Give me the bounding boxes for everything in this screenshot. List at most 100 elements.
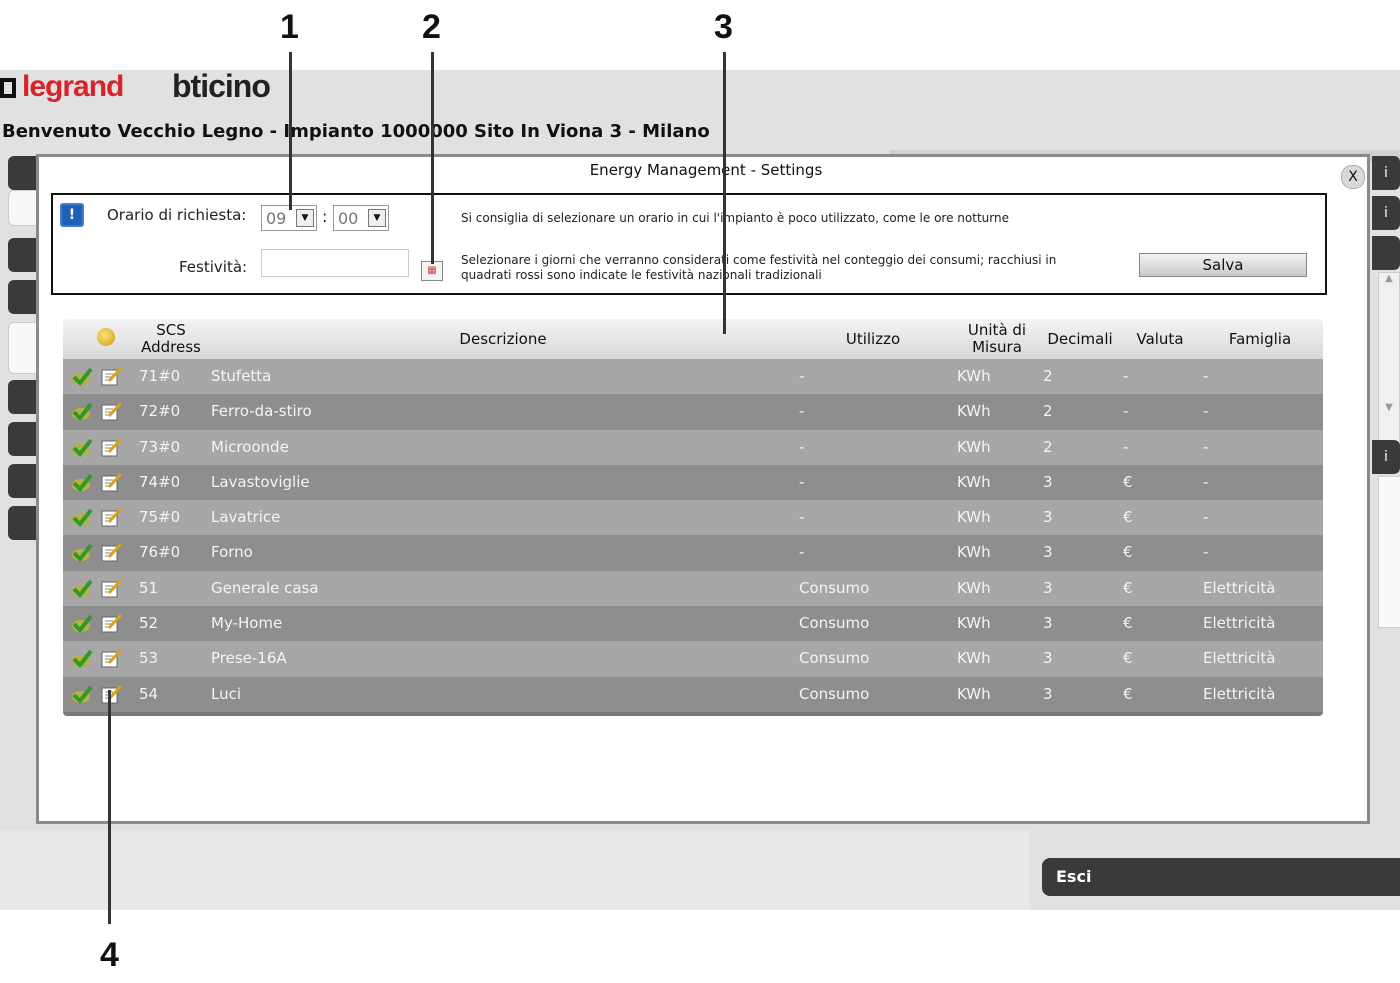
col-descrizione[interactable]: Descrizione <box>393 319 613 359</box>
settings-modal: Energy Management - Settings X ! Orario … <box>36 154 1370 824</box>
enable-check-icon[interactable] <box>71 437 93 457</box>
side-tab[interactable] <box>8 464 36 498</box>
cell-valuta: € <box>1123 578 1133 597</box>
right-tab-info[interactable]: i <box>1372 156 1400 190</box>
enable-check-icon[interactable] <box>71 472 93 492</box>
minute-select[interactable]: 00 ▼ <box>333 205 389 231</box>
edit-icon[interactable] <box>101 577 123 599</box>
cell-descrizione: Generale casa <box>211 578 319 597</box>
side-tab-active[interactable] <box>8 190 38 226</box>
col-valuta[interactable]: Valuta <box>1125 319 1195 359</box>
side-tab[interactable] <box>8 156 36 190</box>
edit-icon[interactable] <box>101 365 123 387</box>
enable-check-icon[interactable] <box>71 401 93 422</box>
cell-address: 54 <box>139 684 159 703</box>
table-row: 72#0 Ferro-da-stiro - KWh 2 - - <box>63 394 1323 430</box>
col-unita-line2: Misura <box>972 338 1022 356</box>
cell-address: 72#0 <box>139 402 181 421</box>
cell-utilizzo: Consumo <box>799 649 870 668</box>
table-row: 73#0 Microonde - KWh 2 - - <box>63 429 1323 465</box>
scroll-up-icon[interactable]: ▲ <box>1379 273 1399 284</box>
scroll-down-icon[interactable]: ▼ <box>1379 402 1399 413</box>
minute-value: 00 <box>338 209 359 228</box>
cell-address: 76#0 <box>139 543 181 562</box>
side-tab[interactable] <box>8 506 36 540</box>
right-tab-info[interactable]: i <box>1372 196 1400 230</box>
col-unita-line1: Unità di <box>967 321 1027 339</box>
edit-icon[interactable] <box>101 436 123 458</box>
cell-descrizione: Lavatrice <box>211 508 281 527</box>
table-row: 75#0 Lavatrice - KWh 3 € - <box>63 500 1323 536</box>
enable-check-icon[interactable] <box>71 366 93 387</box>
welcome-text: Benvenuto Vecchio Legno - Impianto 10000… <box>2 121 710 142</box>
cell-decimali: 3 <box>1043 578 1053 597</box>
edit-icon[interactable] <box>101 506 123 528</box>
cell-descrizione: Stufetta <box>211 367 272 385</box>
chevron-down-icon[interactable]: ▼ <box>368 209 386 227</box>
edit-icon[interactable] <box>101 612 123 634</box>
cell-decimali: 3 <box>1043 684 1053 703</box>
edit-icon[interactable] <box>101 647 123 669</box>
side-tab[interactable] <box>8 380 36 414</box>
cell-famiglia: - <box>1203 402 1209 421</box>
cell-valuta: € <box>1123 543 1133 562</box>
col-scs-line1: SCS <box>156 321 186 339</box>
cell-decimali: 2 <box>1043 402 1053 421</box>
table-row: 53 Prese-16A Consumo KWh 3 € Elettricità <box>63 641 1323 677</box>
edit-icon[interactable] <box>101 471 123 493</box>
enable-check-icon[interactable] <box>71 578 93 598</box>
cell-descrizione: My-Home <box>211 614 283 633</box>
time-separator: : <box>322 207 328 226</box>
cell-unita: KWh <box>957 508 991 527</box>
enable-check-icon[interactable] <box>71 613 93 634</box>
side-tab[interactable] <box>8 422 36 456</box>
cell-unita: KWh <box>957 402 991 421</box>
enable-check-icon[interactable] <box>71 648 93 669</box>
cell-utilizzo: Consumo <box>799 614 870 633</box>
cell-descrizione: Luci <box>211 684 242 703</box>
calendar-icon[interactable]: ▦ <box>421 261 443 281</box>
enable-check-icon[interactable] <box>71 542 93 563</box>
edit-icon[interactable] <box>101 400 123 422</box>
cell-famiglia: Elettricità <box>1203 649 1276 668</box>
cell-address: 74#0 <box>139 472 181 491</box>
col-scs-line2: Address <box>141 338 201 356</box>
orario-hint: Si consiglia di selezionare un orario in… <box>461 211 1009 225</box>
festivita-input[interactable] <box>261 249 409 277</box>
close-button[interactable]: X <box>1341 165 1365 189</box>
cell-utilizzo: Consumo <box>799 578 870 597</box>
col-unita-misura[interactable]: Unità di Misura <box>951 319 1043 359</box>
right-tab-info[interactable]: i <box>1372 440 1400 474</box>
right-tab[interactable] <box>1372 236 1400 270</box>
edit-icon[interactable] <box>101 541 123 563</box>
enable-check-icon[interactable] <box>71 507 93 528</box>
table-body: 71#0 Stufetta - KWh 2 - - 72#0 Ferro-da-stiro - KW… <box>63 359 1323 712</box>
settings-panel: ! Orario di richiesta: 09 ▼ : 00 ▼ Festi… <box>51 193 1327 295</box>
coins-icon <box>97 328 115 346</box>
cell-valuta: € <box>1123 508 1133 527</box>
save-button[interactable]: Salva <box>1139 253 1307 277</box>
side-tab[interactable] <box>8 280 36 314</box>
col-decimali[interactable]: Decimali <box>1043 319 1117 359</box>
side-tab-light[interactable] <box>8 322 38 374</box>
cell-utilizzo: Consumo <box>799 684 870 703</box>
chevron-down-icon[interactable]: ▼ <box>296 209 314 227</box>
right-scrollbar[interactable]: ▲ ▼ <box>1378 272 1400 444</box>
col-scs-address[interactable]: SCS Address <box>127 319 215 359</box>
exit-button[interactable]: Esci <box>1042 858 1400 896</box>
hour-value: 09 <box>266 209 287 228</box>
cell-valuta: € <box>1123 472 1133 491</box>
col-utilizzo[interactable]: Utilizzo <box>823 319 923 359</box>
cell-address: 73#0 <box>139 437 181 456</box>
table-row: 52 My-Home Consumo KWh 3 € Elettricità <box>63 606 1323 642</box>
side-tab[interactable] <box>8 238 36 272</box>
col-famiglia[interactable]: Famiglia <box>1213 319 1307 359</box>
devices-table: SCS Address Descrizione Utilizzo Unità d… <box>63 319 1323 716</box>
cell-unita: KWh <box>957 543 991 562</box>
cell-descrizione: Ferro-da-stiro <box>211 402 312 421</box>
edit-icon[interactable] <box>101 683 123 705</box>
enable-check-icon[interactable] <box>71 684 93 704</box>
info-icon: ! <box>60 203 84 227</box>
cell-famiglia: Elettricità <box>1203 578 1276 597</box>
cell-valuta: - <box>1123 402 1129 421</box>
